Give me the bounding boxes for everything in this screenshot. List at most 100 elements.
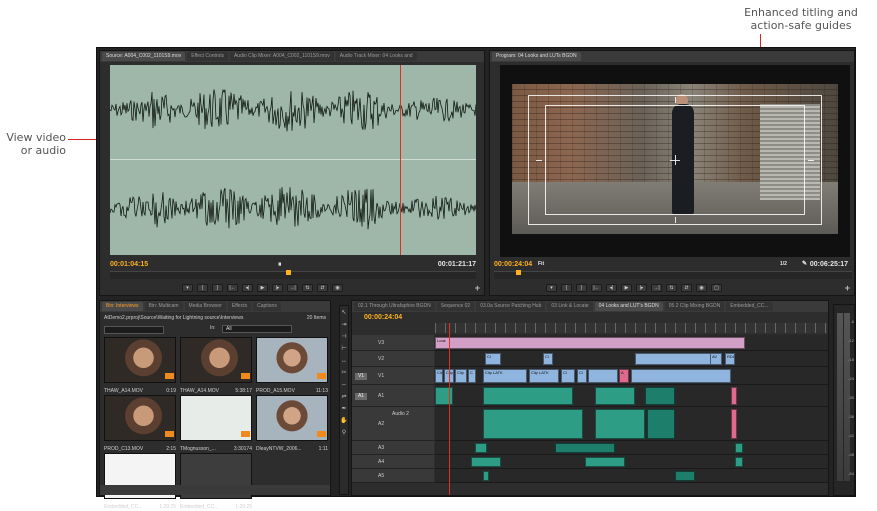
source-patch-v1[interactable]: V1 — [355, 372, 367, 380]
timeline-clip[interactable] — [731, 387, 737, 405]
timeline-clip[interactable]: C — [468, 369, 476, 383]
mark-out-button[interactable]: } — [576, 284, 587, 292]
track-area-a3[interactable] — [435, 441, 828, 455]
tab-sequence-7[interactable]: Embedded_CC... — [726, 302, 773, 311]
rate-stretch-tool-icon[interactable]: ↔ — [340, 357, 348, 365]
source-timecode-in[interactable]: 00:01:04:15 — [110, 261, 148, 268]
pen-tool-icon[interactable]: ✒ — [340, 405, 348, 413]
pause-icon[interactable]: ⏸ — [278, 261, 282, 269]
tab-sequence-4[interactable]: 03 Link & Locate — [547, 302, 593, 311]
track-header-a3[interactable]: A3 — [352, 441, 434, 455]
timeline-clip[interactable]: Cl — [543, 353, 553, 365]
project-clip-item[interactable]: Embedded_CC... 1:29:25 — [180, 453, 252, 511]
timeline-clip[interactable] — [475, 443, 487, 453]
step-back-button[interactable]: ◂| — [242, 284, 253, 292]
ripple-edit-tool-icon[interactable]: ⊣ — [340, 333, 348, 341]
program-viewer[interactable] — [500, 65, 850, 257]
tab-effect-controls[interactable]: Effect Controls — [187, 52, 228, 61]
timeline-clip[interactable]: Cl — [485, 353, 501, 365]
project-clip-item[interactable]: Embedded_CC... 1:29:25 — [104, 453, 176, 511]
add-marker-button[interactable]: ▾ — [182, 284, 193, 292]
project-clip-item[interactable]: TMognusson_... 3:30174 — [180, 395, 252, 453]
go-to-out-button[interactable]: →| — [287, 284, 298, 292]
tab-sequence-3[interactable]: 03.0a Source Patching Hub — [476, 302, 546, 311]
tab-sequence-6[interactable]: 05.2 Clip Mixing BGDN — [664, 302, 725, 311]
timeline-clip[interactable]: Clip — [435, 369, 443, 383]
step-forward-button[interactable]: |▸ — [272, 284, 283, 292]
timeline-clip[interactable]: Look — [435, 337, 745, 349]
track-area-a1[interactable] — [435, 385, 828, 407]
tab-sequence-1[interactable]: 02.1 Through Ultrafaphire BGDN — [354, 302, 435, 311]
timeline-clip[interactable] — [483, 471, 489, 481]
lift-button[interactable]: ⇅ — [666, 284, 677, 292]
project-in-select[interactable]: All — [222, 325, 292, 333]
timeline-clip[interactable] — [585, 457, 625, 467]
track-header-a1[interactable]: A1 A1 — [352, 385, 434, 407]
timeline-ruler[interactable] — [435, 323, 828, 333]
mark-in-button[interactable]: { — [561, 284, 572, 292]
go-to-in-button[interactable]: |← — [591, 284, 602, 292]
track-header-a5[interactable]: A5 — [352, 469, 434, 483]
slide-tool-icon[interactable]: ⇌ — [340, 393, 348, 401]
timeline-clip[interactable] — [631, 369, 731, 383]
tab-captions[interactable]: Captions — [253, 302, 281, 311]
source-add-button-icon[interactable]: + — [475, 283, 480, 293]
timeline-clip[interactable] — [735, 457, 743, 467]
timeline-clip[interactable] — [435, 387, 453, 405]
selection-tool-icon[interactable]: ↖ — [340, 309, 348, 317]
insert-button[interactable]: ⇅ — [302, 284, 313, 292]
program-timecode-in[interactable]: 00:00:24:04 — [494, 261, 532, 268]
source-patch-a1[interactable]: A1 — [355, 392, 367, 400]
timeline-clip[interactable]: A — [619, 369, 629, 383]
track-area-v1[interactable]: ClipClipClipCClip LATKClip LATKClClA — [435, 367, 828, 385]
track-area-a5[interactable] — [435, 469, 828, 483]
play-button[interactable]: ▶ — [257, 284, 268, 292]
track-header-v3[interactable]: V3 — [352, 335, 434, 351]
project-clip-item[interactable]: DleayNTVW_2006... 1:11 — [256, 395, 328, 453]
rolling-edit-tool-icon[interactable]: ⊢ — [340, 345, 348, 353]
timeline-clip[interactable] — [471, 457, 501, 467]
tab-effects[interactable]: Effects — [227, 302, 252, 311]
overwrite-button[interactable]: ⇵ — [317, 284, 328, 292]
step-forward-button[interactable]: |▸ — [636, 284, 647, 292]
project-search-input[interactable] — [104, 326, 164, 334]
program-scrub-bar[interactable] — [494, 270, 852, 279]
timeline-clip[interactable]: AV — [710, 353, 722, 365]
track-header-v1[interactable]: V1 V1 — [352, 367, 434, 385]
track-area-v3[interactable]: Look — [435, 335, 828, 351]
closed-captions-button[interactable]: ▢ — [711, 284, 722, 292]
program-add-button-icon[interactable]: + — [845, 283, 850, 293]
tab-media-browser[interactable]: Media Browser — [184, 302, 226, 311]
project-clip-item[interactable]: PROD_C13.MOV 2:15 — [104, 395, 176, 453]
timeline-clip[interactable] — [483, 409, 583, 439]
tab-sequence-2[interactable]: Sequence 02 — [436, 302, 475, 311]
tab-sequence-active[interactable]: 04 Looks and LUT's BGDN — [594, 302, 663, 311]
tab-audio-track-mixer[interactable]: Audio Track Mixer: 04 Looks and — [335, 52, 417, 61]
go-to-in-button[interactable]: |← — [227, 284, 238, 292]
project-clip-item[interactable]: THAW_A14.MOV 0:19 — [104, 337, 176, 395]
timeline-clip[interactable] — [595, 387, 635, 405]
export-frame-button[interactable]: ◉ — [696, 284, 707, 292]
track-area-v2[interactable]: Cl Cl AV RDL — [435, 351, 828, 367]
tab-bin-interviews[interactable]: Bin: Interviews — [102, 302, 143, 311]
project-clip-item[interactable]: THAW_A14.MOV 5:38:17 — [180, 337, 252, 395]
project-clip-item[interactable]: PROD_A15.MOV 11:13 — [256, 337, 328, 395]
timeline-clip[interactable] — [647, 409, 675, 439]
timeline-clip[interactable]: Clip — [455, 369, 467, 383]
track-area-a2[interactable] — [435, 407, 828, 441]
wrench-icon[interactable]: ✎ — [802, 260, 807, 267]
source-playhead[interactable] — [400, 65, 401, 255]
program-scrub-marker[interactable] — [516, 270, 521, 275]
timeline-clip[interactable]: Cl — [561, 369, 575, 383]
source-waveform[interactable] — [110, 65, 476, 255]
program-fit-select[interactable]: Fit — [538, 261, 544, 267]
timeline-clip[interactable] — [675, 471, 695, 481]
mark-in-button[interactable]: { — [197, 284, 208, 292]
source-scrub-bar[interactable] — [110, 270, 476, 279]
tab-audio-clip-mixer[interactable]: Audio Clip Mixer: A004_C002_1101S9.mov — [229, 52, 334, 61]
timeline-clip[interactable]: Clip LATK — [483, 369, 527, 383]
extract-button[interactable]: ⇵ — [681, 284, 692, 292]
timeline-clip[interactable]: Cl — [577, 369, 587, 383]
timeline-playhead[interactable] — [449, 323, 450, 495]
export-frame-button[interactable]: ◉ — [332, 284, 343, 292]
